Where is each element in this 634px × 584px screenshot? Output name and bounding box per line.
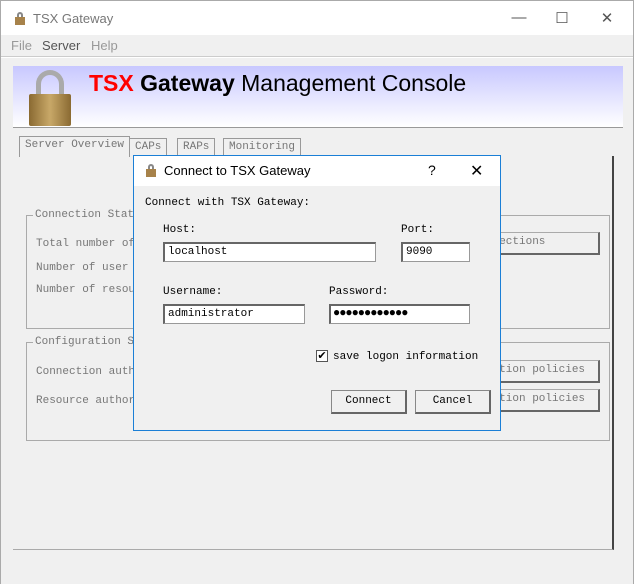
username-label: Username: [163,286,223,298]
lock-icon [146,164,156,177]
menu-bar: File Server Help [1,35,633,57]
help-button[interactable]: ? [428,162,436,178]
save-logon-checkbox[interactable]: ✔ [316,350,328,362]
dialog-heading: Connect with TSX Gateway: [145,197,311,209]
banner: TSX Gateway Management Console [13,66,623,128]
connect-button[interactable]: Connect [331,390,407,414]
maximize-button[interactable]: ☐ [547,9,577,29]
config-row: Resource authori [36,395,142,407]
connection-status-label: Connection Statu [33,209,143,221]
status-row: Number of resour [36,284,142,296]
minimize-button[interactable]: — [504,9,534,29]
dialog-close-button[interactable]: ✕ [470,161,483,181]
title-bar: TSX Gateway — ☐ ✕ [1,1,633,35]
banner-title: TSX Gateway Management Console [89,70,467,96]
configuration-status-label: Configuration St [33,336,143,348]
close-button[interactable]: ✕ [592,9,622,29]
menu-file[interactable]: File [11,38,32,53]
menu-server[interactable]: Server [42,38,80,53]
config-row: Connection author [36,366,149,378]
save-logon-label: save logon information [333,351,479,363]
padlock-icon [29,70,71,126]
dialog-title-bar: Connect to TSX Gateway ? ✕ [134,156,500,186]
menu-help[interactable]: Help [91,38,118,53]
status-row: Total number of [36,238,136,250]
port-input[interactable]: 9090 [401,242,470,262]
username-input[interactable]: administrator [163,304,305,324]
window-title: TSX Gateway [33,11,114,26]
connect-dialog: Connect to TSX Gateway ? ✕ Connect with … [133,155,501,431]
tab-server-overview[interactable]: Server Overview [19,136,131,157]
status-row: Number of user c [36,262,142,274]
port-label: Port: [401,224,435,236]
cancel-button[interactable]: Cancel [415,390,491,414]
host-label: Host: [163,224,197,236]
dialog-title: Connect to TSX Gateway [164,163,311,178]
lock-icon [15,12,25,25]
host-input[interactable]: localhost [163,242,376,262]
password-label: Password: [329,286,389,298]
password-input[interactable]: ●●●●●●●●●●●● [329,304,470,324]
